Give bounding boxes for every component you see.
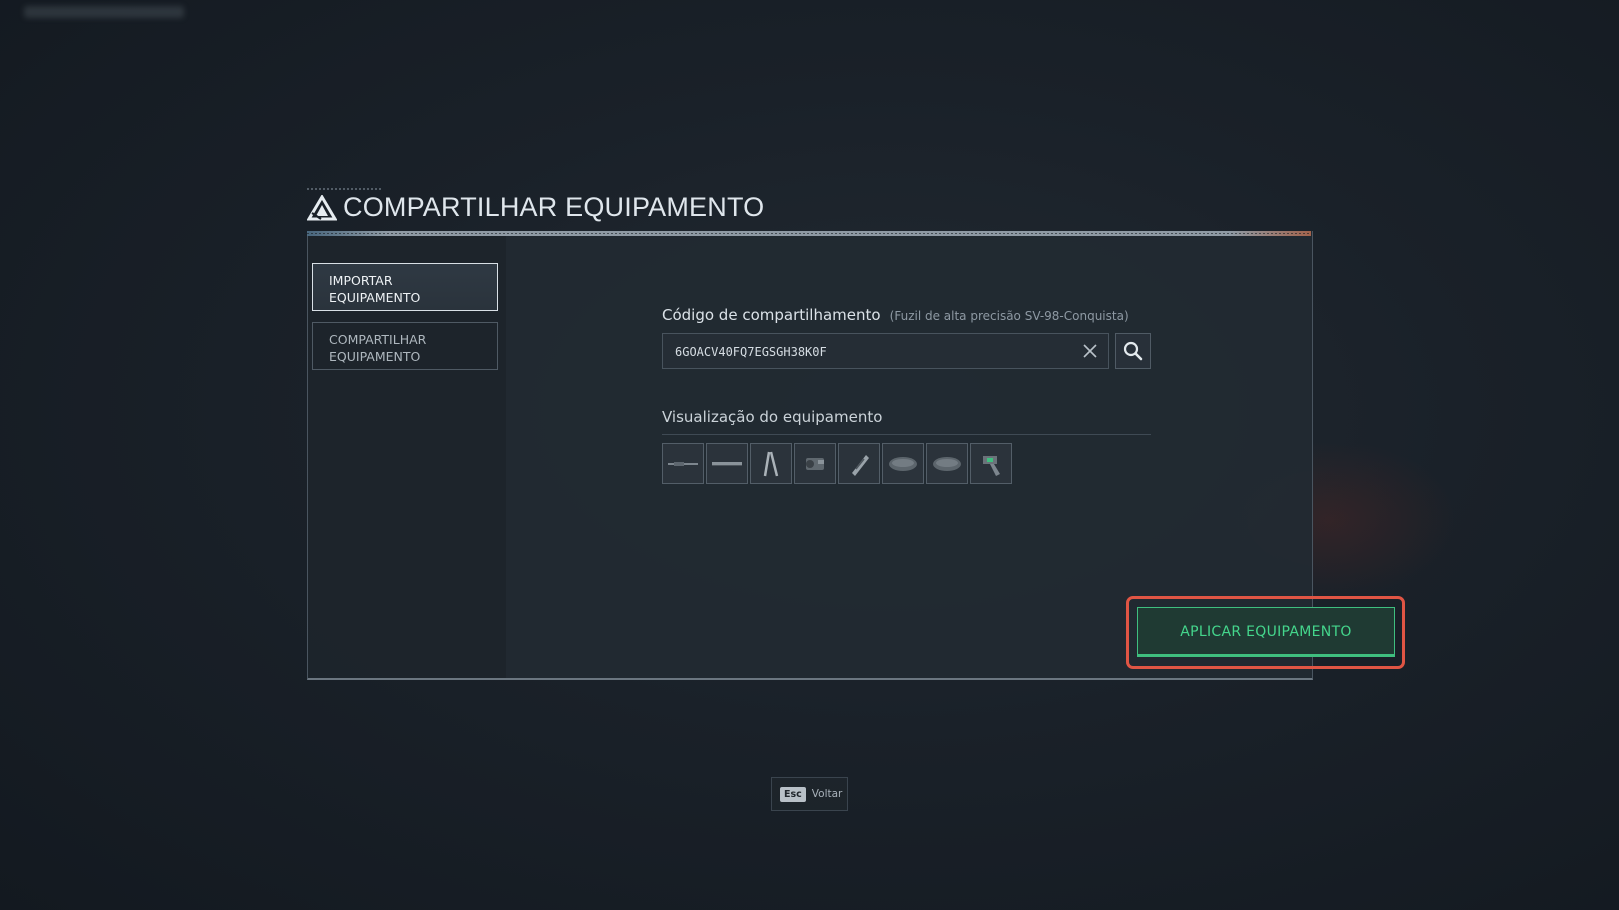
- share-code-label: Código de compartilhamento (Fuzil de alt…: [662, 305, 1129, 324]
- dialog-header: COMPARTILHAR EQUIPAMENTO: [307, 188, 765, 223]
- attachment-slot[interactable]: [838, 443, 880, 484]
- blurred-top-text: [24, 6, 184, 18]
- esc-key-badge: Esc: [780, 786, 806, 802]
- tab-import-loadout[interactable]: IMPORTAR EQUIPAMENTO: [312, 263, 498, 311]
- loadout-preview-label: Visualização do equipamento: [662, 408, 883, 426]
- back-button[interactable]: Esc Voltar: [771, 777, 848, 811]
- share-code-input[interactable]: [663, 334, 1057, 370]
- muzzle-icon: [852, 454, 869, 476]
- weapon-name-label: (Fuzil de alta precisão SV-98-Conquista): [889, 309, 1129, 323]
- triangle-logo-icon: [307, 194, 337, 220]
- share-code-field: [662, 333, 1109, 370]
- share-code-label-text: Código de compartilhamento: [662, 306, 881, 324]
- close-icon[interactable]: [1082, 343, 1098, 359]
- stock-icon: [933, 456, 961, 471]
- panel-top-bar: [307, 231, 1311, 236]
- attachment-slot[interactable]: [882, 443, 924, 484]
- scope-icon: [806, 457, 824, 470]
- header-tick-decoration: [307, 188, 381, 190]
- search-icon: [1123, 341, 1143, 361]
- share-loadout-panel: IMPORTAR EQUIPAMENTO COMPARTILHAR EQUIPA…: [307, 231, 1405, 680]
- sidebar: IMPORTAR EQUIPAMENTO COMPARTILHAR EQUIPA…: [308, 236, 506, 678]
- preview-divider: [662, 434, 1151, 435]
- attachment-slot[interactable]: [706, 443, 748, 484]
- barrel-icon: [712, 461, 742, 466]
- attachment-slot[interactable]: [662, 443, 704, 484]
- dialog-title: COMPARTILHAR EQUIPAMENTO: [343, 192, 765, 222]
- bipod-icon: [763, 451, 779, 476]
- grip-icon: [983, 455, 1000, 476]
- search-button[interactable]: [1115, 333, 1151, 369]
- tab-share-line1: COMPARTILHAR: [329, 332, 427, 347]
- attachment-slots: [662, 443, 1012, 484]
- attachment-slot[interactable]: [926, 443, 968, 484]
- attachment-slot[interactable]: [970, 443, 1012, 484]
- screen: COMPARTILHAR EQUIPAMENTO IMPORTAR EQUIPA…: [0, 0, 1619, 910]
- attachment-slot[interactable]: [794, 443, 836, 484]
- attachment-slot[interactable]: [750, 443, 792, 484]
- tab-import-line1: IMPORTAR: [329, 273, 393, 288]
- magazine-icon: [889, 456, 917, 471]
- apply-loadout-button[interactable]: APLICAR EQUIPAMENTO: [1137, 607, 1395, 657]
- rifle-icon: [668, 461, 698, 466]
- tab-share-loadout[interactable]: COMPARTILHAR EQUIPAMENTO: [312, 322, 498, 370]
- back-label: Voltar: [811, 788, 843, 800]
- tab-import-line2: EQUIPAMENTO: [329, 290, 421, 305]
- tab-share-line2: EQUIPAMENTO: [329, 349, 421, 364]
